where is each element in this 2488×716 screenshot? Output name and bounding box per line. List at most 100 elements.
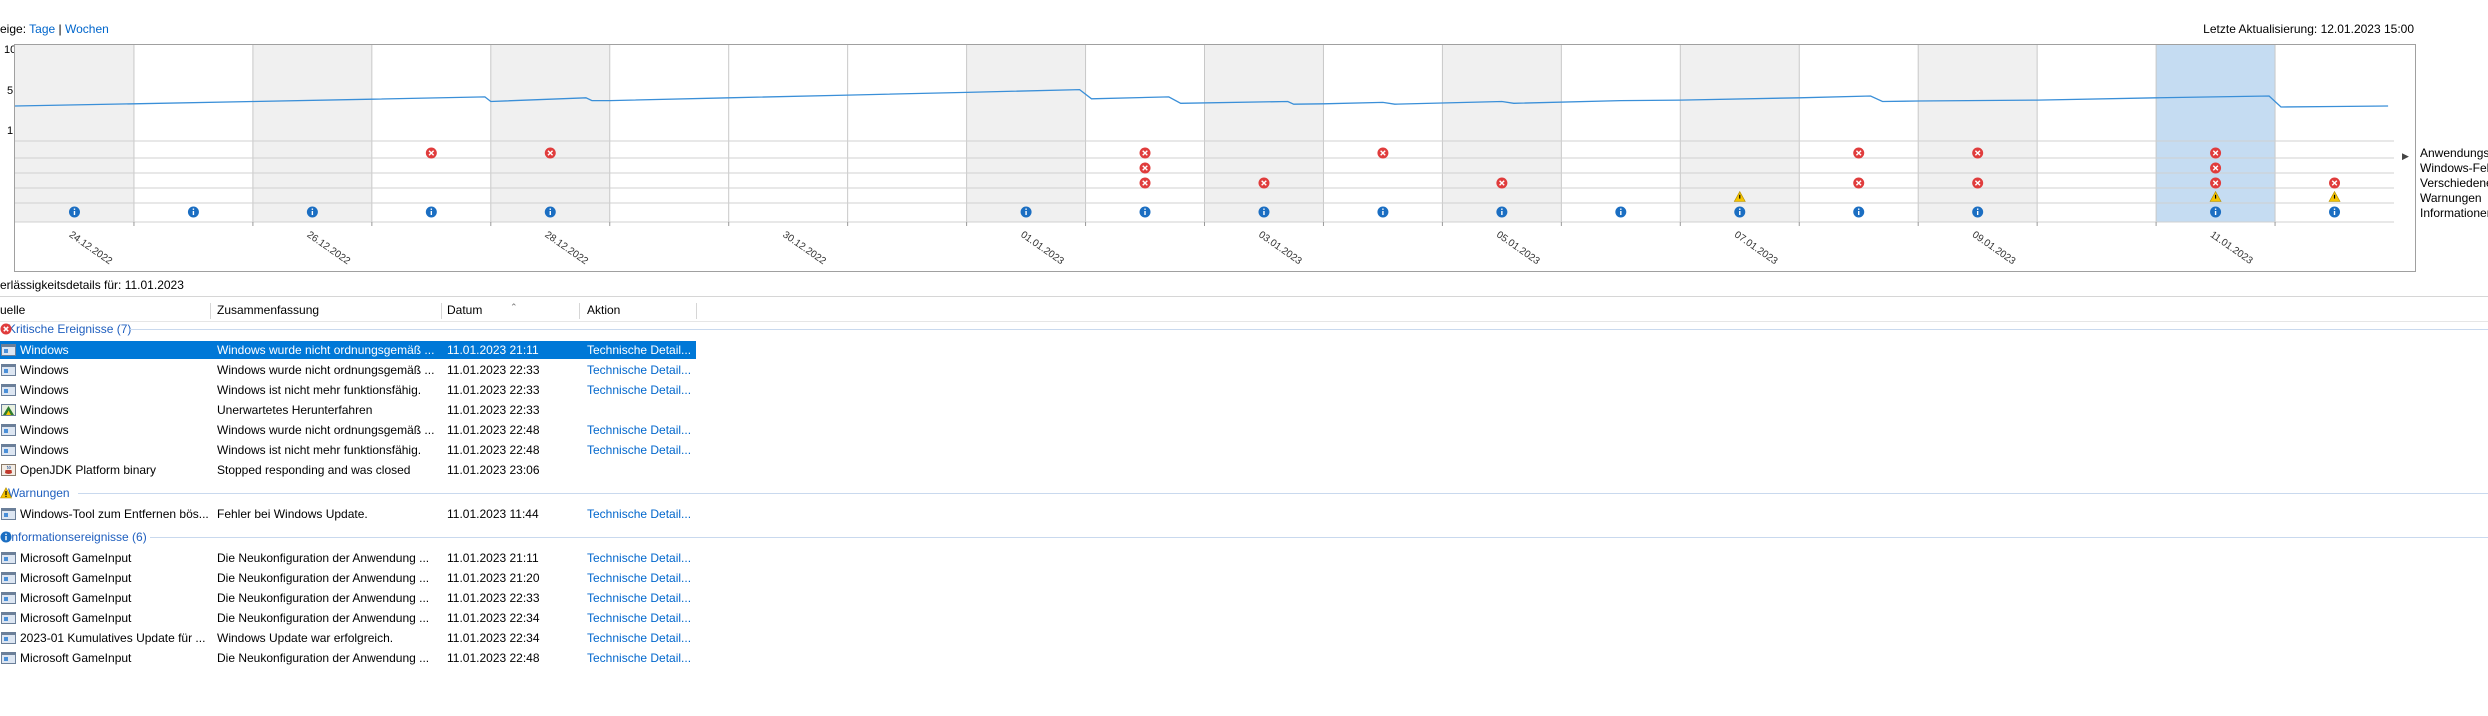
chart-column-bg <box>15 45 134 222</box>
group-divider <box>130 329 2488 330</box>
technical-details-link[interactable]: Technische Detail... <box>587 549 695 567</box>
col-header-summary[interactable]: Zusammenfassung <box>217 299 319 321</box>
info-icon-mark <box>1976 211 1979 215</box>
technical-details-link[interactable]: Technische Detail... <box>587 341 695 359</box>
warning-icon-mark <box>1739 194 1741 199</box>
view-days-link[interactable]: Tage <box>29 22 55 36</box>
info-icon-dot <box>1739 208 1741 210</box>
window-icon <box>1 384 16 396</box>
cell-date: 11.01.2023 22:48 <box>447 443 540 457</box>
x-tick-label: 05.01.2023 <box>1494 229 1542 267</box>
table-row[interactable]: 2023-01 Kumulatives Update für ... Windo… <box>0 629 696 647</box>
info-icon-dot <box>1263 208 1265 210</box>
technical-details-link[interactable]: Technische Detail... <box>587 381 695 399</box>
table-row[interactable]: Windows-Tool zum Entfernen bös... Fehler… <box>0 505 696 523</box>
x-tick-label: 26.12.2022 <box>305 229 353 267</box>
cell-summary: Unerwartetes Herunterfahren <box>217 403 373 417</box>
table-row[interactable]: Windows Windows wurde nicht ordnungsgemä… <box>0 361 696 379</box>
info-icon <box>0 531 12 543</box>
table-row[interactable]: Windows Windows wurde nicht ordnungsgemä… <box>0 421 696 439</box>
group-info-label: Informationsereignisse (6) <box>8 530 147 544</box>
col-header-date[interactable]: Datum <box>447 299 482 321</box>
technical-details-link[interactable]: Technische Detail... <box>587 589 695 607</box>
info-icon-mark <box>2333 211 2336 215</box>
cell-date: 11.01.2023 22:34 <box>447 631 540 645</box>
technical-details-link[interactable]: Technische Detail... <box>587 505 695 523</box>
window-icon <box>1 444 16 456</box>
info-icon-mark <box>2214 211 2217 215</box>
cell-summary: Die Neukonfiguration der Anwendung ... <box>217 591 430 605</box>
col-divider[interactable] <box>696 303 697 319</box>
window-icon <box>1 364 16 376</box>
table-row[interactable]: Microsoft GameInput Die Neukonfiguration… <box>0 569 696 587</box>
cell-date: 11.01.2023 22:33 <box>447 591 540 605</box>
y-tick-label-1: 1 <box>7 125 14 137</box>
scroll-right-icon[interactable]: ▶ <box>2402 151 2409 162</box>
table-row[interactable]: Microsoft GameInput Die Neukonfiguration… <box>0 609 696 627</box>
technical-details-link[interactable]: Technische Detail... <box>587 361 695 379</box>
view-separator: | <box>58 22 62 36</box>
technical-details-link[interactable]: Technische Detail... <box>587 629 695 647</box>
technical-details-link[interactable]: Technische Detail... <box>587 609 695 627</box>
cell-date: 11.01.2023 22:33 <box>447 363 540 377</box>
group-info[interactable]: Informationsereignisse (6) <box>0 528 147 546</box>
technical-details-link[interactable]: Technische Detail... <box>587 421 695 439</box>
info-icon-mark <box>1739 211 1741 215</box>
view-weeks-link[interactable]: Wochen <box>65 22 109 36</box>
table-row[interactable]: Windows Unerwartetes Herunterfahren 11.0… <box>0 401 696 419</box>
table-row[interactable]: Windows Windows ist nicht mehr funktions… <box>0 441 696 459</box>
chart-column-bg <box>252 45 372 222</box>
cell-source: Microsoft GameInput <box>20 571 132 585</box>
technical-details-link[interactable]: Technische Detail... <box>587 441 695 459</box>
cell-source: Windows <box>20 403 69 417</box>
reliability-chart[interactable]: 24.12.2022 26.12.2022 28.12.2022 30.12.2022… <box>14 44 2416 272</box>
cell-source: Microsoft GameInput <box>20 591 132 605</box>
info-icon-mark <box>549 211 551 215</box>
col-divider[interactable] <box>210 303 211 319</box>
table-row[interactable]: Microsoft GameInput Die Neukonfiguration… <box>0 549 696 567</box>
col-divider[interactable] <box>579 303 580 319</box>
info-icon-mark <box>1263 211 1265 215</box>
cell-date: 11.01.2023 21:20 <box>447 571 540 585</box>
info-icon-dot <box>549 208 551 210</box>
table-row[interactable]: Microsoft GameInput Die Neukonfiguration… <box>0 589 696 607</box>
cell-source: Microsoft GameInput <box>20 551 132 565</box>
cell-summary: Windows wurde nicht ordnungsgemäß ... <box>217 423 435 437</box>
chart-column-bg <box>1204 45 1324 222</box>
info-icon-dot <box>2333 208 2336 210</box>
technical-details-link[interactable]: Technische Detail... <box>587 569 695 587</box>
cell-source: Windows <box>20 383 69 397</box>
table-row[interactable]: Windows Windows ist nicht mehr funktions… <box>0 381 696 399</box>
x-tick-label: 30.12.2022 <box>780 229 828 267</box>
table-row[interactable]: OpenJDK Platform binary Stopped respondi… <box>0 461 696 479</box>
chart-column-bg <box>1442 45 1562 222</box>
group-critical[interactable]: Kritische Ereignisse (7) <box>0 320 131 338</box>
table-row[interactable]: Microsoft GameInput Die Neukonfiguration… <box>0 649 696 667</box>
group-warnings[interactable]: Warnungen <box>0 484 70 502</box>
window-icon <box>1 508 16 520</box>
info-icon-dot <box>1976 208 1979 210</box>
cell-summary: Die Neukonfiguration der Anwendung ... <box>217 651 430 665</box>
info-icon-mark <box>1382 211 1384 215</box>
info-icon-dot <box>1501 208 1503 210</box>
last-update-text: Letzte Aktualisierung: 12.01.2023 15:00 <box>2203 22 2414 36</box>
y-tick-label-5: 5 <box>7 85 14 97</box>
col-header-source[interactable]: uelle <box>0 299 25 321</box>
cell-summary: Windows wurde nicht ordnungsgemäß ... <box>217 363 435 377</box>
row-label-windows-errors: Windows-Feh <box>2420 161 2488 175</box>
cell-date: 11.01.2023 22:48 <box>447 423 540 437</box>
chart-column-bg <box>490 45 610 222</box>
table-row[interactable]: Windows Windows wurde nicht ordnungsgemä… <box>0 341 696 359</box>
info-icon-mark <box>311 211 314 215</box>
technical-details-link[interactable]: Technische Detail... <box>587 649 695 667</box>
x-tick-label: 11.01.2023 <box>2208 229 2255 267</box>
cell-summary: Die Neukonfiguration der Anwendung ... <box>217 551 430 565</box>
group-divider <box>78 493 2488 494</box>
info-icon-dot <box>1858 208 1860 210</box>
cell-date: 11.01.2023 22:48 <box>447 651 540 665</box>
col-divider[interactable] <box>441 303 442 319</box>
info-icon-mark <box>1858 211 1860 215</box>
window-icon <box>1 592 16 604</box>
reliability-chart-svg[interactable]: 24.12.2022 26.12.2022 28.12.2022 30.12.2022… <box>15 45 2415 271</box>
col-header-action[interactable]: Aktion <box>587 299 620 321</box>
